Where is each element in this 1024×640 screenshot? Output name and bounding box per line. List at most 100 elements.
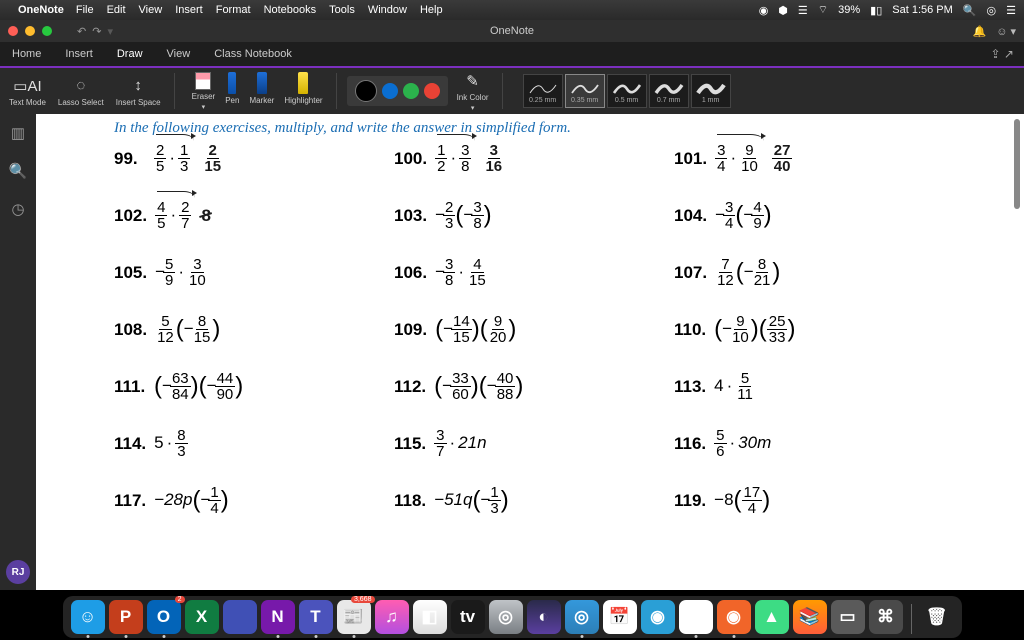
ribbon-tabs: Home Insert Draw View Class Notebook ⇪ ↗ — [0, 42, 1024, 68]
dock-app-16[interactable]: ◯ — [679, 600, 713, 634]
ink-color-button[interactable]: ✎Ink Color▾ — [454, 71, 492, 112]
dock-app-9[interactable]: ◧ — [413, 600, 447, 634]
stroke-0.7mm[interactable]: 0.7 mm — [649, 74, 689, 108]
scrollbar-thumb[interactable] — [1014, 119, 1020, 209]
menu-window[interactable]: Window — [368, 4, 407, 16]
dock-app-15[interactable]: ◉ — [641, 600, 675, 634]
instruction-text: In the following exercises, multiply, an… — [114, 120, 1004, 137]
dock-app-2[interactable]: O2 — [147, 600, 181, 634]
undo-button[interactable]: ↶ — [77, 25, 86, 38]
dock-app-20[interactable]: ▭ — [831, 600, 865, 634]
color-palette — [347, 76, 448, 106]
dock-app-14[interactable]: 📅 — [603, 600, 637, 634]
page-canvas[interactable]: In the following exercises, multiply, an… — [36, 114, 1024, 590]
tab-view[interactable]: View — [155, 41, 203, 67]
problem-111: 111.(−6384)(−4490) — [114, 371, 394, 402]
color-red[interactable] — [424, 83, 440, 99]
clock[interactable]: Sat 1:56 PM — [892, 4, 953, 16]
search-icon[interactable]: 🔍 — [9, 162, 28, 180]
marker-button[interactable]: Marker — [246, 72, 277, 111]
record-icon[interactable]: ◉ — [759, 4, 769, 17]
dock-app-17[interactable]: ◉ — [717, 600, 751, 634]
close-window[interactable] — [8, 26, 18, 36]
tab-insert[interactable]: Insert — [53, 41, 105, 67]
problem-109: 109.(−1415)(920) — [394, 314, 674, 345]
problem-100: 100.12·38316 — [394, 143, 674, 174]
account-icon[interactable]: ☺ ▾ — [996, 25, 1016, 38]
notebooks-icon[interactable]: ▥ — [11, 124, 25, 142]
stroke-0.25mm[interactable]: 0.25 mm — [523, 74, 563, 108]
problem-102: 102.45·278 — [114, 200, 394, 231]
menu-view[interactable]: View — [139, 4, 163, 16]
tab-classnotebook[interactable]: Class Notebook — [202, 41, 304, 67]
menu-notebooks[interactable]: Notebooks — [264, 4, 317, 16]
notification-icon[interactable]: ☰ — [1006, 4, 1016, 17]
dock-app-8[interactable]: ♫ — [375, 600, 409, 634]
dropbox-icon[interactable]: ⬢ — [778, 4, 788, 17]
tab-draw[interactable]: Draw — [105, 41, 155, 67]
dock-app-13[interactable]: ◎ — [565, 600, 599, 634]
menu-file[interactable]: File — [76, 4, 94, 16]
menu-help[interactable]: Help — [420, 4, 443, 16]
problem-112: 112.(−3360)(−4088) — [394, 371, 674, 402]
problem-110: 110.(−910)(2533) — [674, 314, 934, 345]
maximize-window[interactable] — [42, 26, 52, 36]
problem-106: 106.−38·415 — [394, 257, 674, 288]
dock-app-10[interactable]: tv — [451, 600, 485, 634]
siri-icon[interactable]: ◎ — [987, 4, 997, 17]
dock-app-18[interactable]: ▲ — [755, 600, 789, 634]
app-name[interactable]: OneNote — [18, 4, 64, 16]
dock-app-21[interactable]: ⌘ — [869, 600, 903, 634]
dock-app-1[interactable]: P — [109, 600, 143, 634]
problem-118: 118.−51q(−13) — [394, 485, 674, 516]
menu-format[interactable]: Format — [216, 4, 251, 16]
menu-insert[interactable]: Insert — [175, 4, 203, 16]
spotlight-icon[interactable]: 🔍 — [963, 4, 977, 17]
bell-icon[interactable]: 🔔 — [972, 25, 986, 38]
stroke-1mm[interactable]: 1 mm — [691, 74, 731, 108]
insert-space-button[interactable]: ↕Insert Space — [113, 76, 164, 107]
color-black[interactable] — [355, 80, 377, 102]
dock-app-4[interactable] — [223, 600, 257, 634]
share-button[interactable]: ⇪ ↗ — [991, 47, 1014, 61]
dock-app-5[interactable]: N — [261, 600, 295, 634]
lasso-select-button[interactable]: ◌Lasso Select — [55, 76, 107, 107]
window-titlebar: ↶↷▾ OneNote 🔔 ☺ ▾ — [0, 20, 1024, 42]
color-blue[interactable] — [382, 83, 398, 99]
problem-119: 119.−8(174) — [674, 485, 934, 516]
dock-app-19[interactable]: 📚 — [793, 600, 827, 634]
text-mode-button[interactable]: ▭AIText Mode — [6, 76, 49, 107]
color-green[interactable] — [403, 83, 419, 99]
dock-app-12[interactable]: ◐ — [527, 600, 561, 634]
problem-107: 107.712(−821) — [674, 257, 934, 288]
user-avatar[interactable]: RJ — [6, 560, 30, 584]
pen-button[interactable]: Pen — [222, 72, 242, 111]
dock-app-22[interactable]: 🗑 — [920, 600, 954, 634]
minimize-window[interactable] — [25, 26, 35, 36]
dock-app-7[interactable]: 📰3,668 — [337, 600, 371, 634]
dock-app-3[interactable]: X — [185, 600, 219, 634]
problem-116: 116.56·30m — [674, 428, 934, 459]
problem-114: 114.5·83 — [114, 428, 394, 459]
network-icon[interactable]: ☰ — [798, 4, 808, 17]
wifi-icon[interactable]: ⌔ — [818, 3, 828, 17]
problem-103: 103.−23(−38) — [394, 200, 674, 231]
dock-app-6[interactable]: T — [299, 600, 333, 634]
menu-tools[interactable]: Tools — [329, 4, 355, 16]
stroke-0.35mm[interactable]: 0.35 mm — [565, 74, 605, 108]
highlighter-button[interactable]: Highlighter — [281, 72, 325, 111]
problem-117: 117.−28p(−14) — [114, 485, 394, 516]
problem-115: 115.37·21n — [394, 428, 674, 459]
eraser-button[interactable]: Eraser▾ — [189, 72, 219, 111]
mac-dock: ☺PO2XNT📰3,668♫◧tv◎◐◎📅◉◯◉▲📚▭⌘🗑 — [0, 592, 1024, 640]
dock-app-11[interactable]: ◎ — [489, 600, 523, 634]
ribbon: ▭AIText Mode ◌Lasso Select ↕Insert Space… — [0, 68, 1024, 114]
redo-button[interactable]: ↷ — [92, 25, 101, 38]
recent-icon[interactable]: ◷ — [11, 200, 24, 218]
problem-105: 105.−59·310 — [114, 257, 394, 288]
stroke-0.5mm[interactable]: 0.5 mm — [607, 74, 647, 108]
menu-edit[interactable]: Edit — [107, 4, 126, 16]
battery-icon: ▮▯ — [870, 4, 882, 17]
tab-home[interactable]: Home — [0, 41, 53, 67]
dock-app-0[interactable]: ☺ — [71, 600, 105, 634]
